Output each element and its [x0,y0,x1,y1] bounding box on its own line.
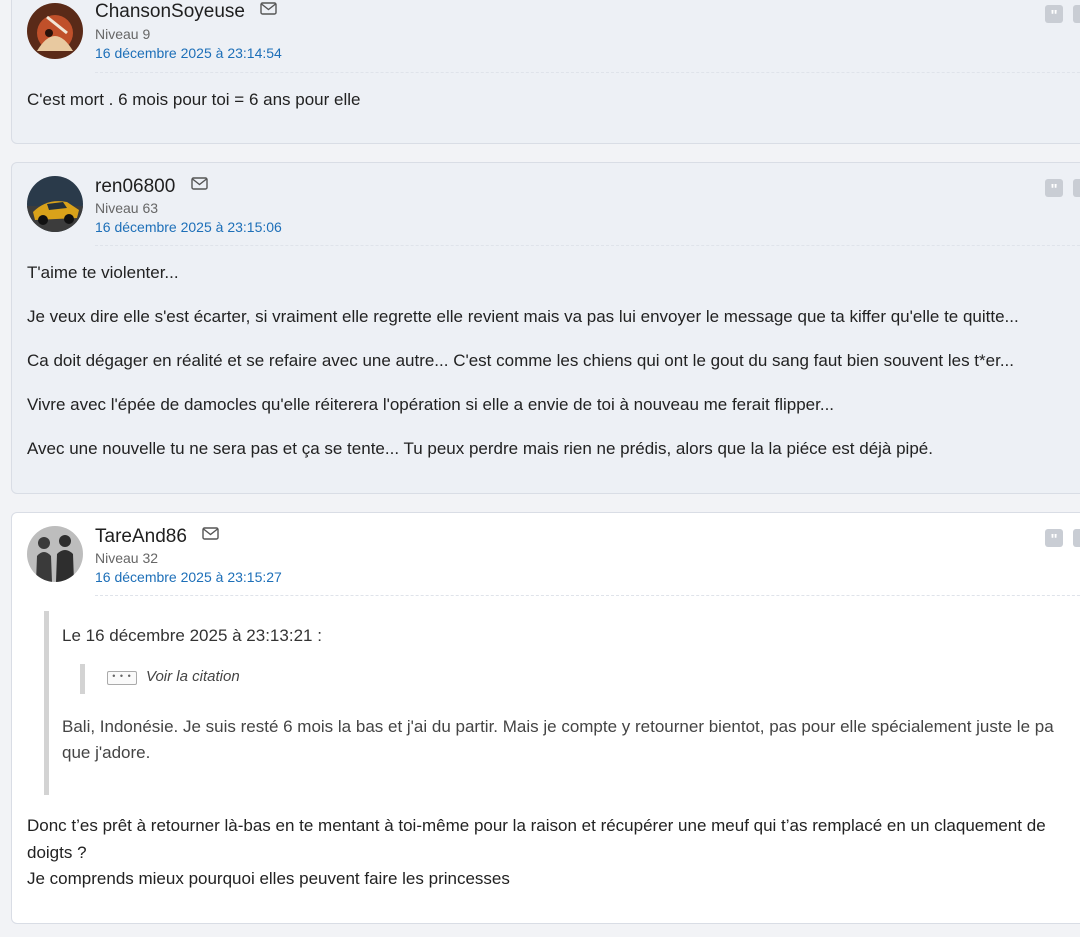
username[interactable]: ren06800 [95,176,175,197]
post-text: doigts ? [27,843,87,862]
post-text: Vivre avec l'épée de damocles qu'elle ré… [27,395,835,414]
username[interactable]: ChansonSoyeuse [95,1,245,22]
avatar[interactable] [27,3,83,59]
quote-text: que j'adore. [62,743,151,762]
post-text: Donc t’es prêt à retourner là-bas en te … [27,816,1046,835]
expand-quote-button[interactable]: • • • [107,671,137,685]
avatar[interactable] [27,526,83,582]
avatar[interactable] [27,176,83,232]
quote-icon[interactable]: " [1045,529,1063,548]
post-date-link[interactable]: 16 décembre 2025 à 23:14:54 [95,45,282,61]
action-icon[interactable] [1073,5,1080,23]
post-text: Je comprends mieux pourquoi elles peuven… [27,869,510,888]
quote-text: Bali, Indonésie. Je suis resté 6 mois la… [62,717,1054,736]
post-date-link[interactable]: 16 décembre 2025 à 23:15:06 [95,219,282,235]
divider [95,595,1080,596]
post-text: Je veux dire elle s'est écarter, si vrai… [27,307,1019,326]
forum-post: ren06800 Niveau 63 16 décembre 2025 à 23… [11,162,1080,494]
blockquote-bar [44,611,49,795]
quote-icon[interactable]: " [1045,5,1063,24]
user-level: Niveau 9 [95,26,151,42]
envelope-icon[interactable] [202,524,219,546]
view-quote-link[interactable]: Voir la citation [146,668,240,685]
divider [95,72,1080,73]
quote-header: Le 16 décembre 2025 à 23:13:21 : [62,626,322,645]
post-text: T'aime te violenter... [27,263,179,282]
nested-quote-bar [80,664,85,694]
post-date-link[interactable]: 16 décembre 2025 à 23:15:27 [95,569,282,585]
user-level: Niveau 63 [95,200,159,216]
divider [95,245,1080,246]
post-text: Avec une nouvelle tu ne sera pas et ça s… [27,439,933,458]
user-level: Niveau 32 [95,550,159,566]
envelope-icon[interactable] [260,0,277,21]
action-icon[interactable] [1073,529,1080,547]
action-icon[interactable] [1073,179,1080,197]
forum-post: TareAnd86 Niveau 32 16 décembre 2025 à 2… [11,512,1080,924]
quote-icon[interactable]: " [1045,179,1063,198]
post-text: Ca doit dégager en réalité et se refaire… [27,351,1014,370]
envelope-icon[interactable] [190,174,208,196]
forum-post: ChansonSoyeuse Niveau 9 16 décembre 2025… [11,0,1080,144]
username[interactable]: TareAnd86 [95,526,187,547]
post-text: C'est mort . 6 mois pour toi = 6 ans pou… [27,90,361,109]
